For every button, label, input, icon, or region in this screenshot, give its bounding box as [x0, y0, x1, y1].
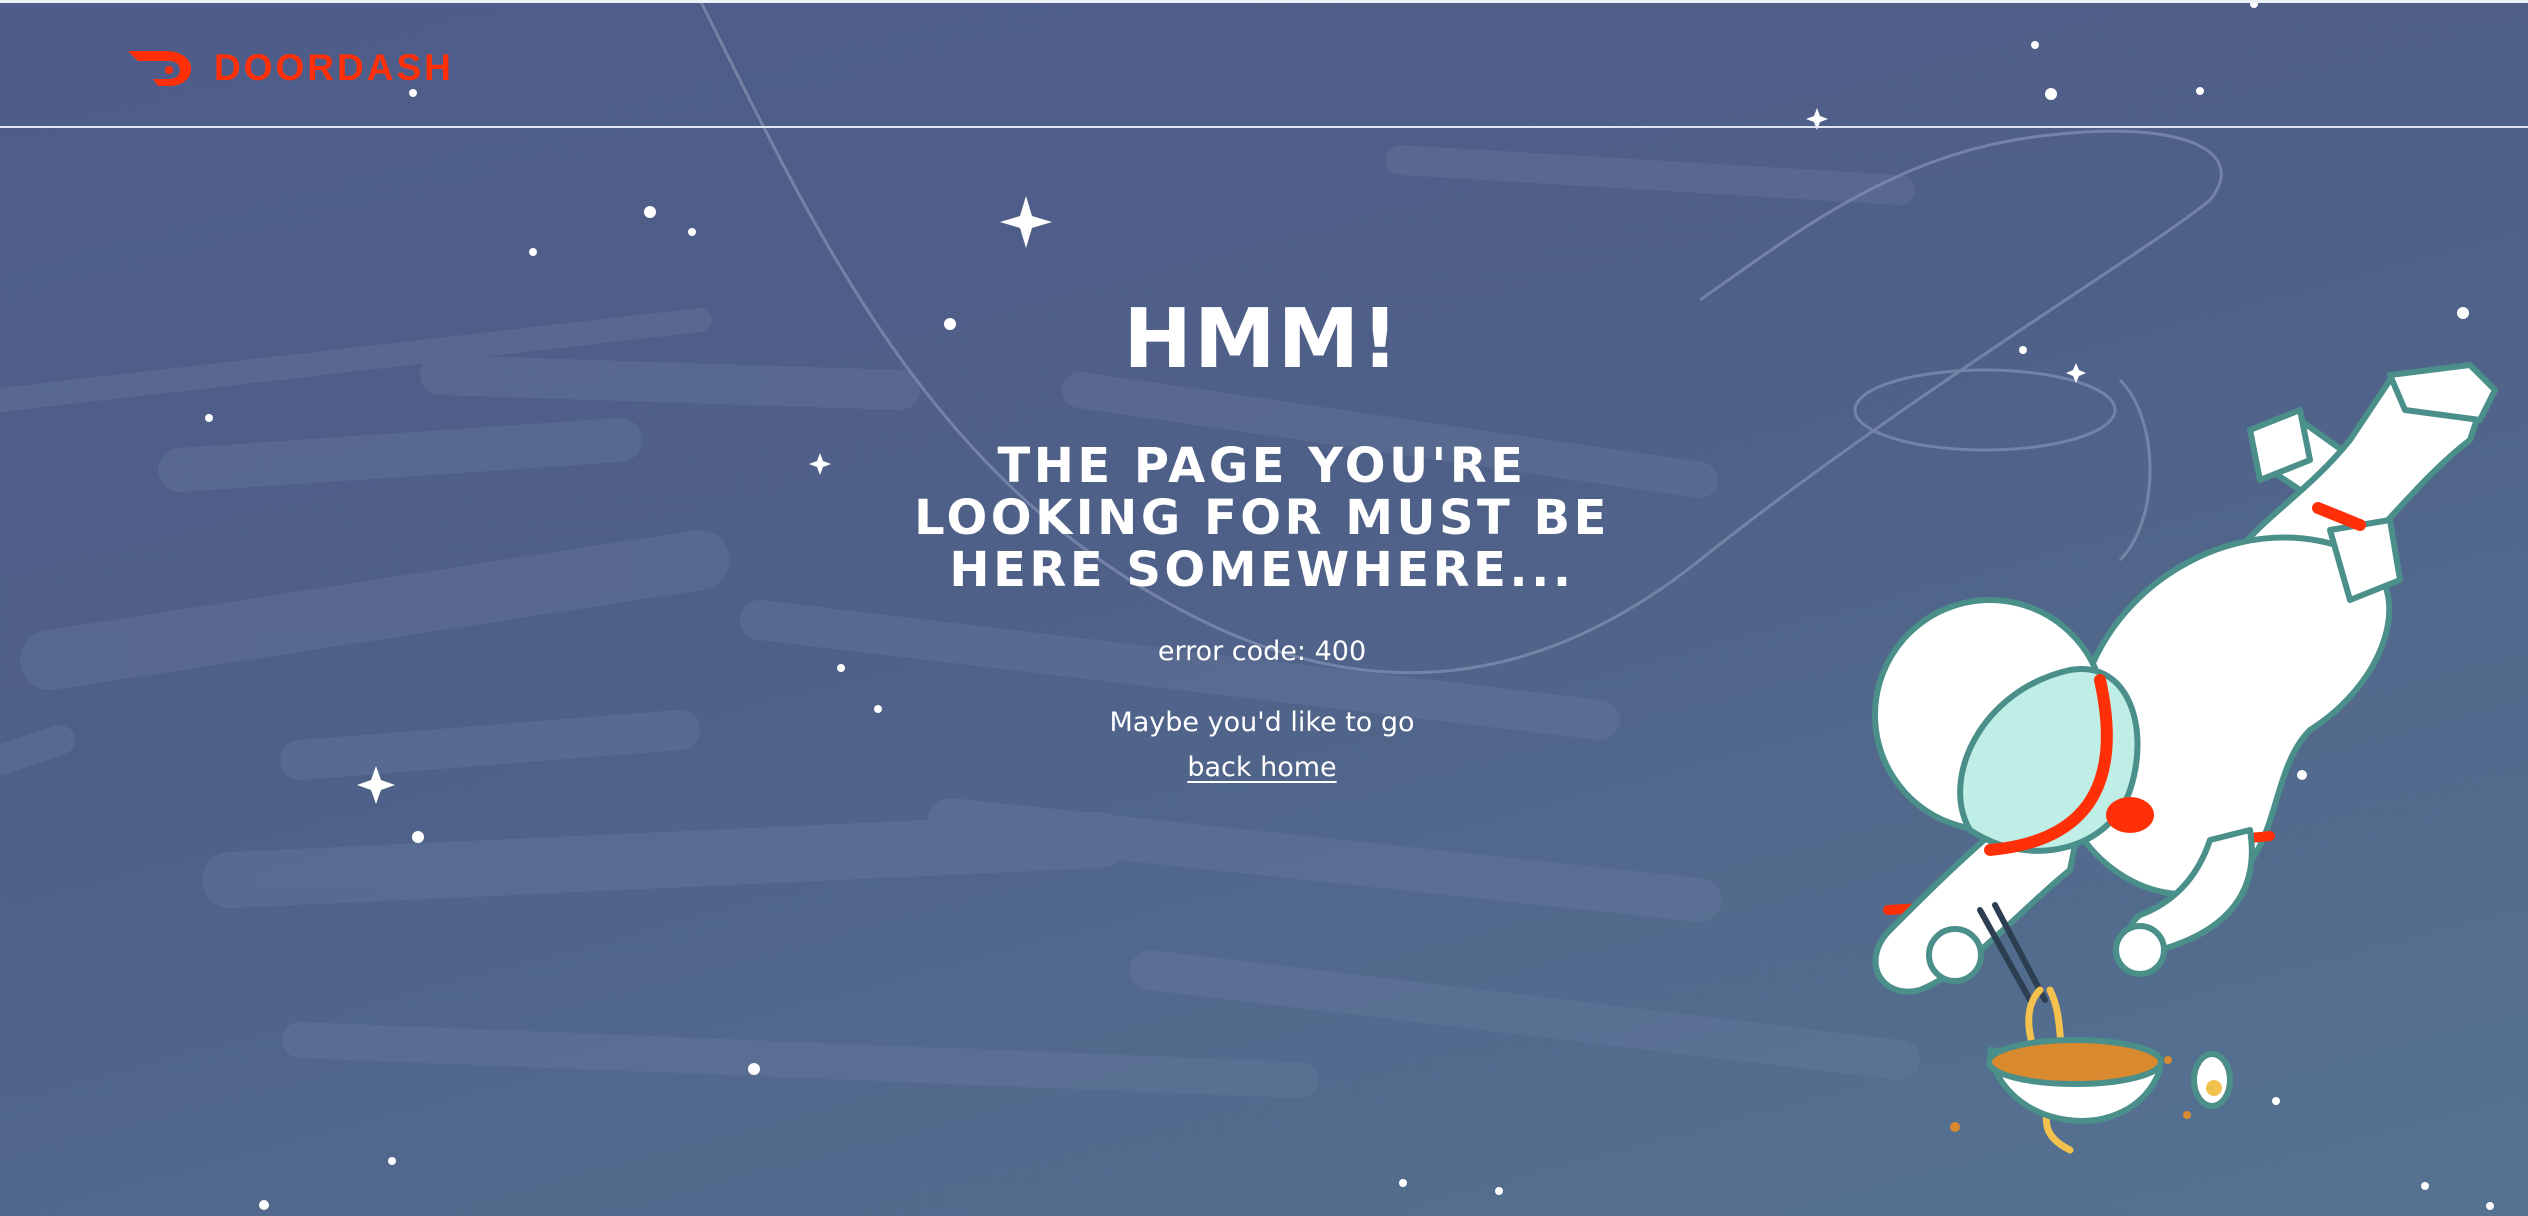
- subtitle-line: LOOKING FOR MUST BE: [914, 490, 1610, 546]
- brand-name: DOORDASH: [214, 47, 454, 88]
- astronaut-eating-noodles-icon: [1872, 362, 2498, 1154]
- doordash-logo[interactable]: DOORDASH: [128, 47, 454, 89]
- error-code: error code: 400: [1157, 636, 1367, 667]
- subtitle-line: HERE SOMEWHERE...: [949, 542, 1575, 598]
- doordash-logo-icon: [128, 51, 192, 86]
- site-header: DOORDASH: [0, 3, 2528, 128]
- suggestion-text: Maybe you'd like to go: [1109, 707, 1415, 738]
- page-title: HMM!: [1123, 292, 1401, 387]
- error-content: HMM! THE PAGE YOU'RE LOOKING FOR MUST BE…: [862, 290, 1662, 783]
- back-home-link[interactable]: back home: [1187, 752, 1336, 783]
- page-subtitle: THE PAGE YOU'RE LOOKING FOR MUST BE HERE…: [902, 440, 1622, 596]
- subtitle-line: THE PAGE YOU'RE: [997, 438, 1527, 494]
